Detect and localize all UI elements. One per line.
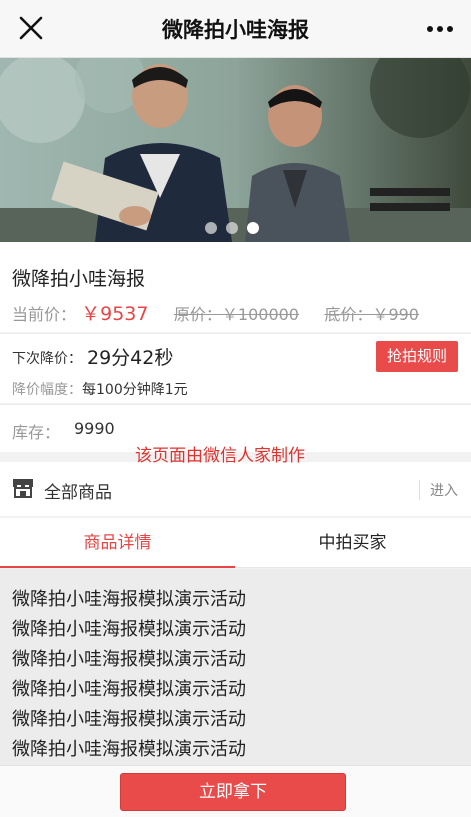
tab-product-details[interactable]: 商品详情 <box>0 518 235 568</box>
countdown-time: 29分42秒 <box>87 347 174 369</box>
detail-line: 微降拍小哇海报模拟演示活动 <box>12 679 246 700</box>
tab-winning-buyers[interactable]: 中拍买家 <box>235 518 470 568</box>
enter-link[interactable]: 进入 <box>419 480 458 500</box>
detail-line: 微降拍小哇海报模拟演示活动 <box>12 589 246 610</box>
carousel-indicator <box>205 222 259 234</box>
decrease-value: 每100分钟降1元 <box>82 382 188 398</box>
banner-image <box>0 58 471 242</box>
store-icon <box>13 479 33 498</box>
page-title: 微降拍小哇海报 <box>162 18 309 42</box>
auction-rules-button[interactable]: 抢拍规则 <box>376 341 458 372</box>
current-price-label: 当前价： <box>12 305 77 324</box>
more-dots-icon[interactable] <box>425 19 455 39</box>
bottom-bar: 立即拿下 <box>0 765 471 817</box>
decrease-row: 降价幅度：每100分钟降1元 <box>12 379 188 399</box>
current-price: ￥9537 <box>81 303 149 325</box>
decrease-label: 降价幅度： <box>12 382 82 398</box>
all-goods-label: 全部商品 <box>44 483 112 503</box>
countdown-label: 下次降价： <box>12 351 82 367</box>
countdown-section: 下次降价： 29分42秒 抢拍规则 降价幅度：每100分钟降1元 <box>0 333 471 403</box>
detail-line: 微降拍小哇海报模拟演示活动 <box>12 619 246 640</box>
product-info: 微降拍小哇海报 当前价： ￥9537 原价：￥100000 底价：￥990 <box>0 242 471 332</box>
banner-carousel[interactable] <box>0 58 471 242</box>
carousel-dot[interactable] <box>226 222 238 234</box>
tab-bar: 商品详情 中拍买家 <box>0 518 471 568</box>
detail-line: 微降拍小哇海报模拟演示活动 <box>12 739 246 760</box>
top-bar: 微降拍小哇海报 <box>0 0 471 58</box>
stock-value: 9990 <box>74 419 115 438</box>
buy-now-button[interactable]: 立即拿下 <box>120 773 346 811</box>
product-name: 微降拍小哇海报 <box>12 268 146 290</box>
all-goods-row[interactable]: 全部商品 进入 <box>0 462 471 516</box>
detail-content: 微降拍小哇海报模拟演示活动 微降拍小哇海报模拟演示活动 微降拍小哇海报模拟演示活… <box>0 569 471 765</box>
carousel-dot[interactable] <box>205 222 217 234</box>
carousel-dot-active[interactable] <box>247 222 259 234</box>
price-row: 当前价： ￥9537 原价：￥100000 底价：￥990 <box>12 299 419 326</box>
stock-label: 库存： <box>12 423 61 442</box>
detail-line: 微降拍小哇海报模拟演示活动 <box>12 649 246 670</box>
floor-price: 底价：￥990 <box>324 305 419 324</box>
original-price: 原价：￥100000 <box>173 305 299 324</box>
watermark-text: 该页面由微信人家制作 <box>135 446 305 466</box>
detail-line: 微降拍小哇海报模拟演示活动 <box>12 709 246 730</box>
